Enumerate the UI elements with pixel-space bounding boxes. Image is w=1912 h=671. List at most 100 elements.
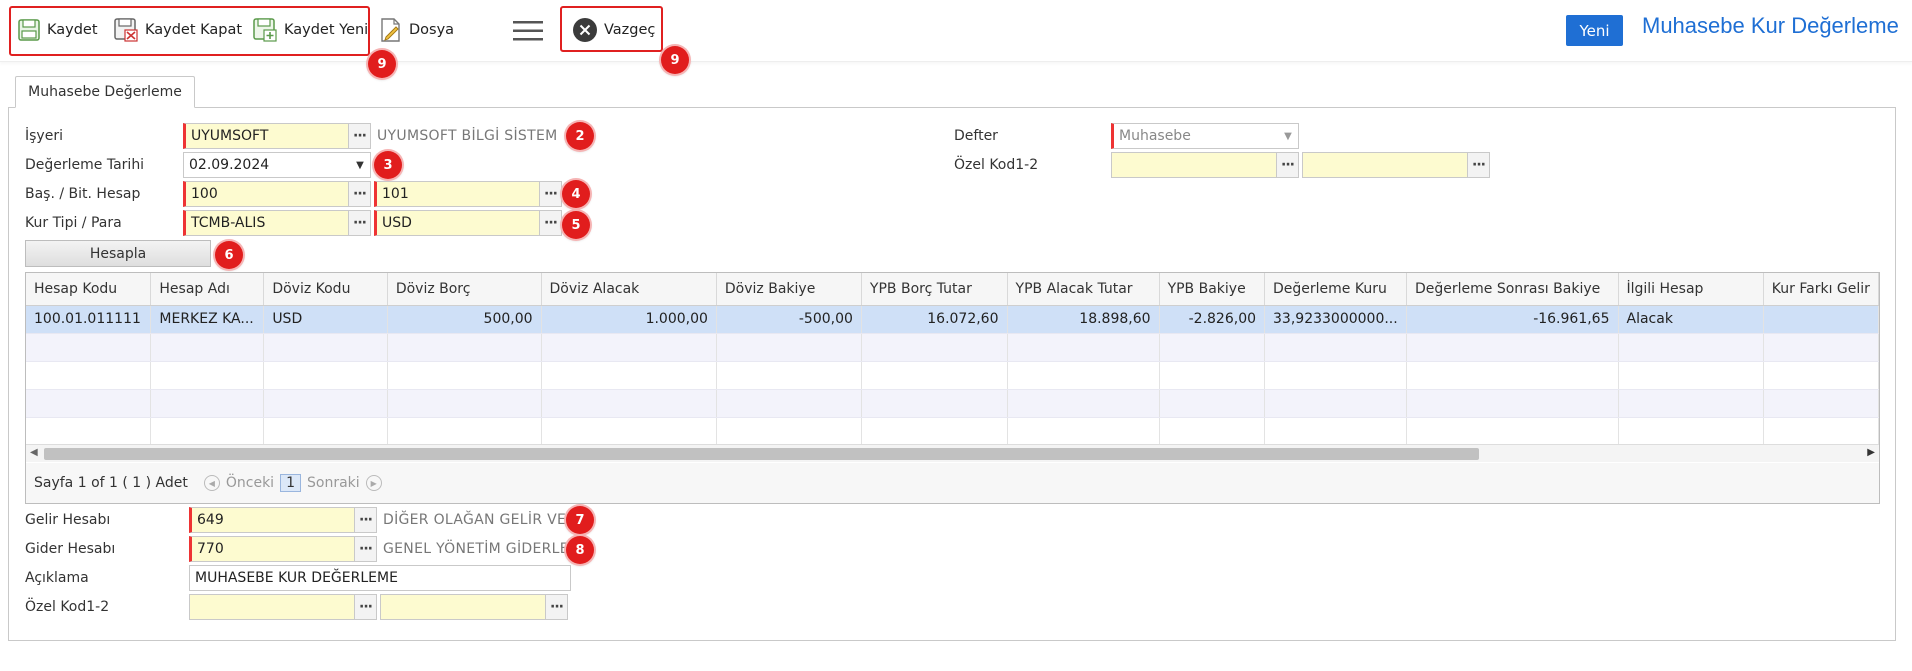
para-field[interactable]: USD ··· [374, 210, 562, 236]
tab-muhasebe-degerleme[interactable]: Muhasebe Değerleme [15, 76, 195, 108]
annotation-badge: 7 [566, 506, 594, 534]
table-cell: MERKEZ KA... [150, 305, 265, 334]
scroll-left-icon[interactable]: ◀ [30, 447, 38, 458]
ozelkod1-field[interactable]: ··· [1111, 152, 1299, 178]
column-header[interactable]: İlgili Hesap [1618, 273, 1764, 306]
column-header[interactable]: Döviz Kodu [263, 273, 388, 306]
new-button[interactable]: Yeni [1566, 15, 1623, 46]
annotation-badge: 5 [562, 211, 590, 239]
lookup-icon[interactable]: ··· [539, 182, 561, 206]
gelir-field[interactable]: 649 ··· [189, 507, 377, 533]
lookup-icon[interactable]: ··· [354, 508, 376, 532]
column-header[interactable]: Hesap Kodu [26, 273, 152, 306]
defter-value: Muhasebe [1119, 128, 1191, 144]
table-cell: 1.000,00 [541, 305, 717, 334]
ozelkod2-value [1303, 153, 1467, 177]
ozelkod-bottom-label: Özel Kod1-2 [25, 599, 110, 615]
hesap-start-value: 100 [191, 186, 218, 202]
table-row[interactable] [26, 417, 1879, 446]
table-row[interactable] [26, 361, 1879, 390]
table-cell: 33,9233000000... [1264, 305, 1407, 334]
lookup-icon[interactable]: ··· [545, 595, 567, 619]
save-label: Kaydet [47, 22, 98, 38]
lookup-icon[interactable]: ··· [354, 595, 376, 619]
save-close-button[interactable]: Kaydet Kapat [113, 16, 242, 44]
table-cell: -2.826,00 [1159, 305, 1266, 334]
table-cell: -16.961,65 [1406, 305, 1619, 334]
close-circle-icon [573, 18, 597, 42]
pager-text: Sayfa 1 of 1 ( 1 ) Adet [34, 475, 188, 491]
horizontal-scrollbar[interactable]: ◀ ▶ [26, 444, 1879, 462]
toolbar: Kaydet Kaydet Kapat Kaydet Yeni Dosya Va… [0, 0, 1912, 62]
cancel-button[interactable]: Vazgeç [572, 16, 655, 44]
menu-icon[interactable] [512, 20, 544, 42]
next-page-icon[interactable]: ▶ [365, 475, 382, 491]
table-row[interactable]: 100.01.011111 MERKEZ KA... USD 500,00 1.… [26, 305, 1879, 334]
column-header[interactable]: YPB Borç Tutar [861, 273, 1008, 306]
table-row[interactable] [26, 333, 1879, 362]
next-page-button[interactable]: Sonraki [307, 475, 360, 491]
lookup-icon[interactable]: ··· [348, 182, 370, 206]
file-button[interactable]: Dosya [379, 16, 454, 44]
ozelkod2-field[interactable]: ··· [1302, 152, 1490, 178]
pager: Sayfa 1 of 1 ( 1 ) Adet ◀ Önceki 1 Sonra… [26, 463, 1879, 503]
scrollbar-thumb[interactable] [44, 448, 1479, 460]
lookup-icon[interactable]: ··· [348, 124, 370, 148]
column-header[interactable]: Değerleme Sonrası Bakiye [1406, 273, 1619, 306]
gider-label: Gider Hesabı [25, 541, 116, 557]
table-cell: USD [263, 305, 388, 334]
ozelkod-bottom2-value [381, 595, 545, 619]
isyeri-field[interactable]: UYUMSOFT ··· [183, 123, 371, 149]
lookup-icon[interactable]: ··· [354, 537, 376, 561]
annotation-badge: 6 [215, 241, 243, 269]
scroll-right-icon[interactable]: ▶ [1867, 447, 1875, 458]
hesap-label: Baş. / Bit. Hesap [25, 186, 141, 202]
prev-page-button[interactable]: Önceki [226, 475, 274, 491]
table-cell: 500,00 [387, 305, 542, 334]
save-button[interactable]: Kaydet [17, 16, 98, 44]
save-icon [18, 19, 40, 41]
table-cell: Alacak [1618, 305, 1764, 334]
lookup-icon[interactable]: ··· [539, 211, 561, 235]
page-number[interactable]: 1 [280, 474, 301, 492]
chevron-down-icon[interactable]: ▼ [1278, 124, 1298, 148]
table-cell: -500,00 [716, 305, 862, 334]
column-header[interactable]: Döviz Borç [387, 273, 542, 306]
save-close-icon [114, 18, 138, 42]
isyeri-value: UYUMSOFT [191, 128, 269, 144]
kur-tipi-field[interactable]: TCMB-ALIS ··· [183, 210, 371, 236]
table-cell: 100.01.011111 [26, 305, 152, 334]
table-row[interactable] [26, 389, 1879, 418]
hesap-end-field[interactable]: 101 ··· [374, 181, 562, 207]
column-header[interactable]: YPB Bakiye [1159, 273, 1266, 306]
prev-page-icon[interactable]: ◀ [203, 475, 220, 491]
isyeri-label: İşyeri [25, 128, 63, 144]
lookup-icon[interactable]: ··· [1467, 153, 1489, 177]
hesapla-button[interactable]: Hesapla [25, 240, 211, 267]
file-label: Dosya [409, 22, 455, 38]
data-grid: Hesap Kodu Hesap Adı Döviz Kodu Döviz Bo… [25, 272, 1880, 504]
chevron-down-icon[interactable]: ▼ [350, 153, 370, 177]
defter-select[interactable]: Muhasebe ▼ [1111, 123, 1299, 149]
column-header[interactable]: Döviz Bakiye [716, 273, 862, 306]
gider-description: GENEL YÖNETİM GİDERLE [383, 541, 569, 557]
kur-label: Kur Tipi / Para [25, 215, 122, 231]
hesap-start-field[interactable]: 100 ··· [183, 181, 371, 207]
lookup-icon[interactable]: ··· [348, 211, 370, 235]
gider-field[interactable]: 770 ··· [189, 536, 377, 562]
tarih-value: 02.09.2024 [189, 157, 270, 173]
aciklama-input[interactable]: MUHASEBE KUR DEĞERLEME [189, 565, 571, 591]
lookup-icon[interactable]: ··· [1276, 153, 1298, 177]
column-header[interactable]: Döviz Alacak [541, 273, 717, 306]
ozelkod-label: Özel Kod1-2 [954, 157, 1039, 173]
ozelkod-bottom1-field[interactable]: ··· [189, 594, 377, 620]
column-header[interactable]: Kur Farkı Gelir [1763, 273, 1879, 306]
ozelkod-bottom2-field[interactable]: ··· [380, 594, 568, 620]
column-header[interactable]: Hesap Adı [150, 273, 265, 306]
file-edit-icon [381, 18, 400, 42]
column-header[interactable]: Değerleme Kuru [1264, 273, 1407, 306]
column-header[interactable]: YPB Alacak Tutar [1007, 273, 1160, 306]
tarih-date-field[interactable]: 02.09.2024 ▼ [183, 152, 371, 178]
annotation-badge: 9 [368, 50, 396, 78]
save-new-button[interactable]: Kaydet Yeni [252, 16, 368, 44]
